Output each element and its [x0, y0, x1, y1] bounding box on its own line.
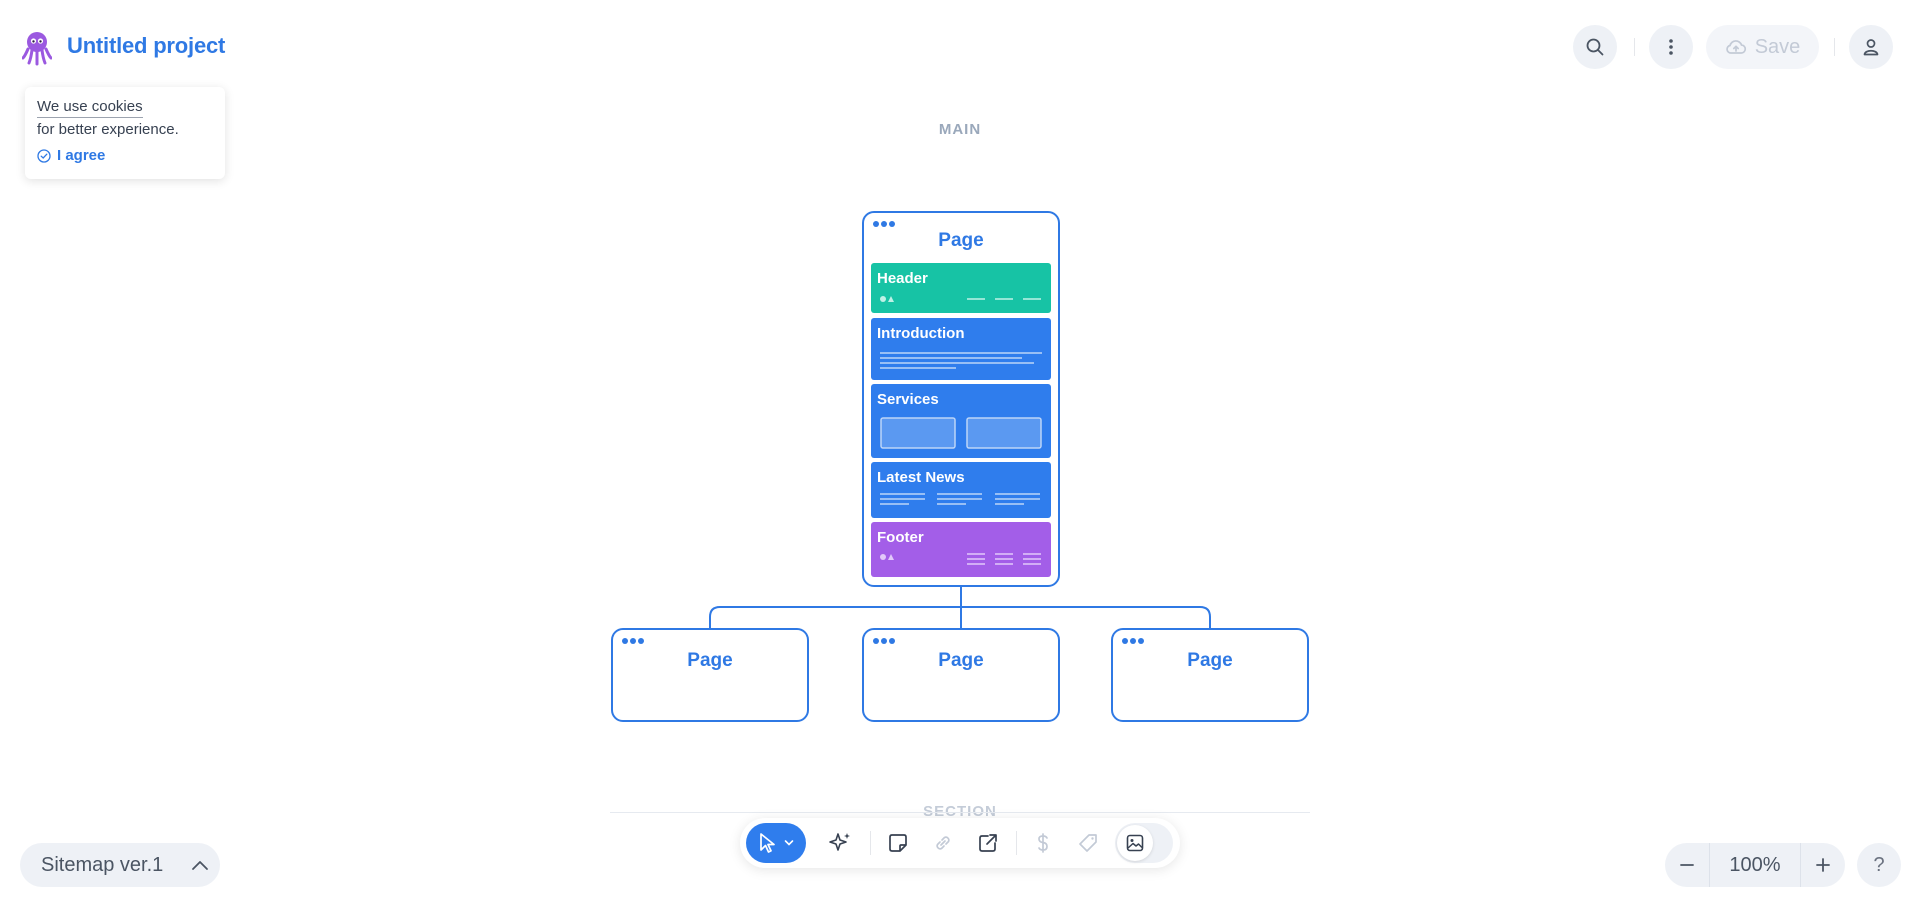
introduction-block-preview — [880, 352, 1042, 369]
page-title: Page — [938, 230, 984, 251]
sparkles-icon — [829, 833, 850, 851]
canvas-toolbar — [740, 818, 1180, 868]
block-footer[interactable]: Footer — [871, 522, 1051, 577]
ai-tool-button[interactable] — [820, 823, 860, 863]
block-header[interactable]: Header — [871, 263, 1051, 313]
select-tool-button[interactable] — [746, 823, 806, 863]
zoom-level[interactable]: 100% — [1709, 843, 1801, 887]
page-card-child[interactable]: Page — [1111, 628, 1309, 722]
toolbar-divider — [1016, 831, 1017, 855]
page-title: Page — [1187, 650, 1233, 671]
zoom-out-button[interactable] — [1665, 843, 1709, 887]
cursor-icon — [760, 833, 775, 853]
chevron-down-icon — [784, 840, 794, 846]
image-toggle[interactable] — [1115, 823, 1173, 863]
page-title: Page — [687, 650, 733, 671]
pricing-tool-button[interactable] — [1023, 823, 1063, 863]
page-title: Page — [938, 650, 984, 671]
tag-icon — [1079, 834, 1097, 852]
footer-block-preview — [880, 553, 1041, 565]
latest-news-block-preview — [880, 493, 1040, 505]
link-tool-button[interactable] — [923, 823, 963, 863]
block-introduction[interactable]: Introduction — [871, 318, 1051, 380]
block-services[interactable]: Services — [871, 384, 1051, 458]
sticky-note-icon — [889, 834, 907, 852]
help-button[interactable]: ? — [1857, 843, 1901, 887]
page-options-icon[interactable] — [622, 638, 644, 644]
zoom-controls: 100% — [1665, 843, 1845, 887]
image-toggle-knob — [1117, 825, 1153, 861]
page-card-main[interactable]: Page Header Introduction Services Latest… — [862, 211, 1060, 587]
sitemap-version-label: Sitemap ver.1 — [41, 853, 164, 876]
page-options-icon[interactable] — [873, 638, 895, 644]
tag-tool-button[interactable] — [1068, 823, 1108, 863]
services-block-preview — [880, 417, 1042, 449]
chevron-up-icon — [192, 861, 209, 870]
page-card-child[interactable]: Page — [862, 628, 1060, 722]
plus-icon — [1816, 858, 1830, 872]
page-options-icon[interactable] — [873, 221, 895, 227]
section-divider — [610, 812, 1310, 813]
sitemap-version-button[interactable]: Sitemap ver.1 — [20, 843, 220, 887]
external-link-tool-button[interactable] — [968, 823, 1008, 863]
minus-icon — [1680, 864, 1694, 866]
page-options-icon[interactable] — [1122, 638, 1144, 644]
link-icon — [936, 836, 950, 850]
header-block-preview — [880, 296, 1041, 302]
note-tool-button[interactable] — [878, 823, 918, 863]
toolbar-divider — [870, 831, 871, 855]
page-card-child[interactable]: Page — [611, 628, 809, 722]
zoom-in-button[interactable] — [1801, 843, 1845, 887]
image-icon — [1126, 834, 1144, 852]
block-latest-news[interactable]: Latest News — [871, 462, 1051, 518]
dollar-icon — [1038, 833, 1048, 853]
external-link-icon — [979, 834, 997, 852]
